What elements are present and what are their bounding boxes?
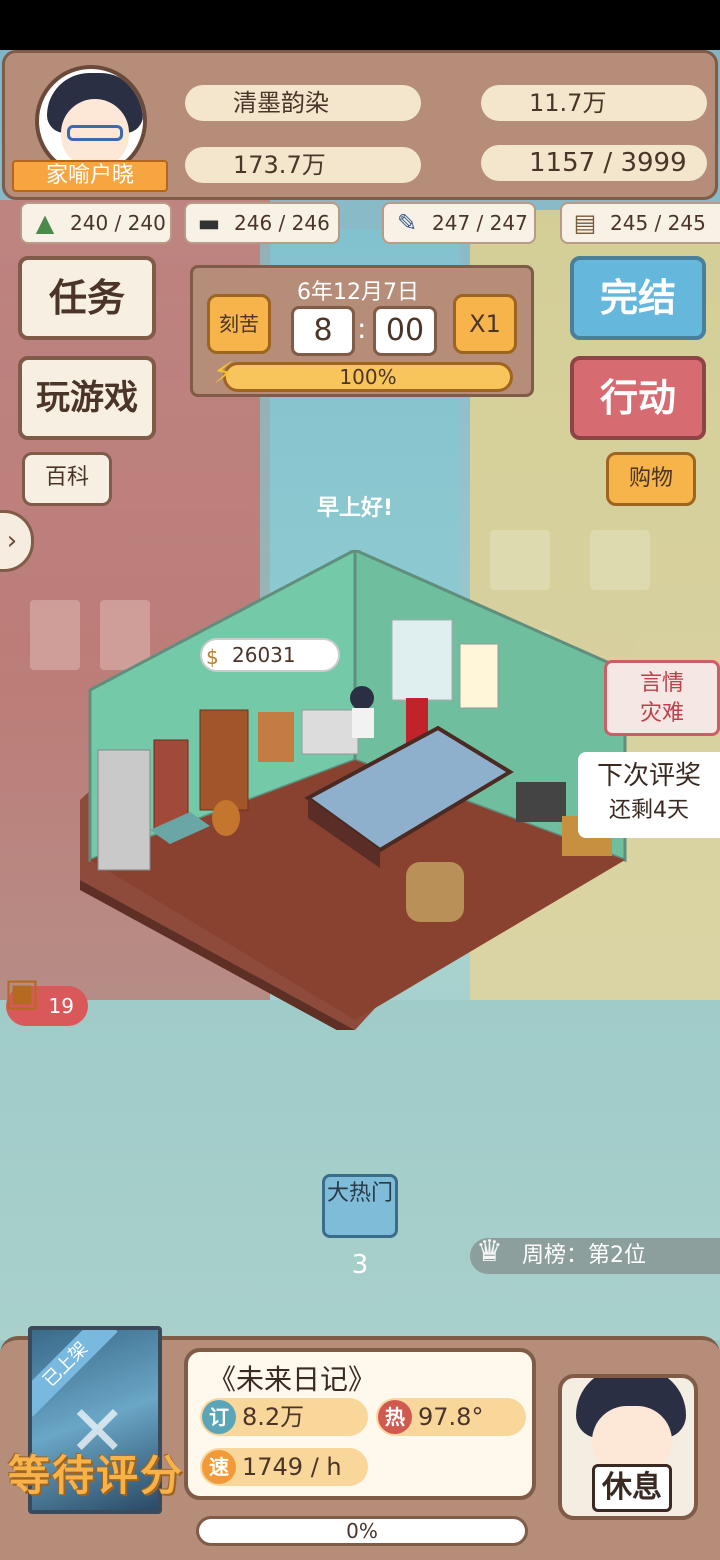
trophy-icon: ♛ xyxy=(476,1234,503,1269)
fans-count: 173.7万 xyxy=(185,147,421,183)
skill-scenery[interactable]: ▲ 240 / 240 xyxy=(20,202,172,244)
bookshelf xyxy=(199,709,249,811)
award-title: 下次评奖 xyxy=(596,761,701,791)
hot-count: 3 xyxy=(351,1250,369,1280)
treasure-chest-button[interactable]: ▣ 19 xyxy=(4,972,88,1026)
heat-metric: 热 97.8° xyxy=(376,1398,526,1436)
lightning-icon: ⚡ xyxy=(213,356,235,391)
speed-button[interactable]: X1 xyxy=(453,294,517,354)
wiki-button[interactable]: 百科 xyxy=(22,452,112,506)
subscriptions-metric: 订 8.2万 xyxy=(200,1398,368,1436)
player-character xyxy=(350,686,374,710)
background-water xyxy=(0,1000,720,1340)
desk xyxy=(301,709,359,755)
skill-character[interactable]: ▬ 246 / 246 xyxy=(184,202,340,244)
hour-display: 8 xyxy=(291,306,355,356)
finish-button[interactable]: 完结 xyxy=(570,256,706,340)
television xyxy=(516,782,566,822)
player-name: 清墨韵染 xyxy=(185,85,421,121)
novel-progress-bar: 0% xyxy=(196,1516,528,1546)
poster xyxy=(459,643,499,709)
brush-icon: ✎ xyxy=(396,209,418,237)
award-countdown: 下次评奖 还剩4天 xyxy=(578,752,720,838)
date-label: 6年12月7日 xyxy=(297,280,419,305)
play-game-button[interactable]: 玩游戏 xyxy=(18,356,156,440)
novel-info-card[interactable]: 《未来日记》 订 8.2万 热 97.8° 速 1749 / h xyxy=(184,1348,536,1500)
event-line-1: 言情 xyxy=(639,671,684,696)
mountain-icon: ▲ xyxy=(35,209,55,237)
rest-label: 休息 xyxy=(592,1464,672,1512)
armchair xyxy=(406,862,464,922)
money-count: 11.7万 xyxy=(481,85,707,121)
skill-writing[interactable]: ✎ 247 / 247 xyxy=(382,202,536,244)
task-button[interactable]: 任务 xyxy=(18,256,156,340)
air-conditioner xyxy=(97,749,151,871)
rest-button[interactable]: 休息 xyxy=(558,1374,698,1520)
event-line-2: 灾难 xyxy=(639,701,684,726)
subscription-badge: 订 xyxy=(202,1400,236,1434)
time-separator: : xyxy=(357,312,367,345)
treasure-chest-icon: ▣ xyxy=(4,970,40,1014)
speed-metric: 速 1749 / h xyxy=(200,1448,368,1486)
dog xyxy=(212,800,240,836)
hot-badge[interactable]: 大热门 xyxy=(322,1174,398,1238)
minute-display: 00 xyxy=(373,306,437,356)
greeting-text: 早上好! xyxy=(316,496,394,521)
chevron-right-icon: › xyxy=(6,526,18,556)
money-bag-icon: $ xyxy=(206,645,219,669)
energy-bar: 100% xyxy=(223,362,513,392)
room-income-bubble[interactable]: $26031 xyxy=(200,638,340,672)
shop-button[interactable]: 购物 xyxy=(606,452,696,506)
award-days-left: 还剩4天 xyxy=(609,798,689,823)
skill-knowledge[interactable]: ▤ 245 / 245 xyxy=(560,202,720,244)
speed-badge: 速 xyxy=(202,1450,236,1484)
status-bar xyxy=(0,0,720,50)
waiting-score-label: 等待评分 xyxy=(8,1451,185,1500)
heat-badge: 热 xyxy=(378,1400,412,1434)
hat-icon: ▬ xyxy=(197,209,221,237)
fame-title-ribbon: 家喻户晓 xyxy=(12,160,168,192)
room-scene[interactable] xyxy=(80,550,640,1030)
diligent-button[interactable]: 刻苦 xyxy=(207,294,271,354)
event-card[interactable]: 言情 灾难 xyxy=(604,660,720,736)
novel-title: 《未来日记》 xyxy=(208,1363,377,1396)
small-shelf xyxy=(258,712,294,762)
clock-panel: 6年12月7日 刻苦 8 : 00 X1 ⚡ 100% xyxy=(190,265,534,397)
action-button[interactable]: 行动 xyxy=(570,356,706,440)
energy-label: 100% xyxy=(339,365,397,389)
window xyxy=(391,619,453,701)
weekly-rank[interactable]: ♛ 周榜：第2位 xyxy=(470,1234,720,1274)
novel-progress-label: 0% xyxy=(346,1519,378,1543)
inspiration-count: 1157 / 3999 xyxy=(481,145,707,181)
book-icon: ▤ xyxy=(573,209,597,237)
